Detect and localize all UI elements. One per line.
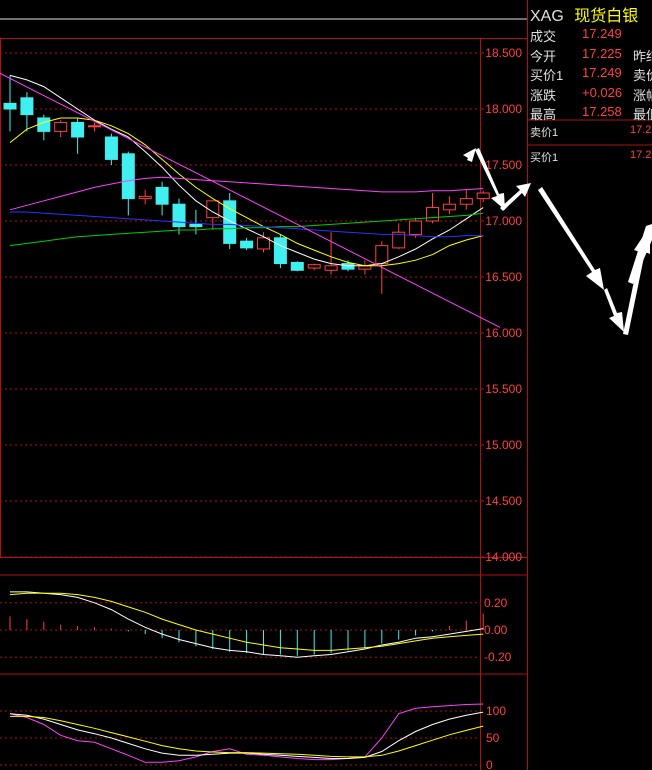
sell1-row: 卖价1 17.2 xyxy=(530,124,651,140)
quote-row: 涨跌 +0.026 涨幅 xyxy=(530,85,652,104)
candle-body xyxy=(375,245,389,265)
kdj-tick-label: 100 xyxy=(486,704,506,718)
sell1-value: 17.2 xyxy=(630,124,652,136)
candle-body xyxy=(223,200,237,244)
macd-tick-label: 0.20 xyxy=(484,596,508,610)
kdj-line xyxy=(10,715,484,758)
candle-body xyxy=(71,121,85,138)
price-axis: 18.500 18.000 17.500 17.000 16.500 16.000 15.5… xyxy=(480,46,522,564)
candle-body xyxy=(189,223,203,228)
price-tick-label: 14.500 xyxy=(485,494,522,508)
quote-row-value: 17.225 xyxy=(582,45,622,61)
candle-body xyxy=(426,207,439,222)
price-tick-label: 15.000 xyxy=(485,438,522,452)
price-tick-label: 14.000 xyxy=(485,550,522,564)
candle-body xyxy=(409,220,423,235)
candle-body xyxy=(341,263,355,270)
macd-line xyxy=(9,592,484,651)
quote-row-label: 成交 xyxy=(530,29,557,44)
quote-row-value: +0.026 xyxy=(582,84,623,100)
price-tick-label: 17.000 xyxy=(485,214,522,228)
price-tick-label: 15.500 xyxy=(485,382,522,396)
moving-average-line xyxy=(9,176,484,211)
sell1-label: 卖价1 xyxy=(530,127,559,139)
macd-tick-label: 0.00 xyxy=(484,623,508,637)
candle-body xyxy=(155,186,169,205)
buy1-label: 买价1 xyxy=(530,152,559,164)
quote-row-trail: 涨幅 xyxy=(633,87,652,103)
price-tick-label: 16.000 xyxy=(485,326,522,340)
candle-body xyxy=(442,203,456,211)
moving-average-line xyxy=(9,74,484,267)
price-frame xyxy=(0,38,528,558)
quote-name: 现货白银 xyxy=(574,8,639,25)
candle-body xyxy=(54,121,68,132)
quote-row-trail: 昨结 xyxy=(633,48,652,64)
candle-body xyxy=(273,237,287,265)
trendline xyxy=(0,72,501,328)
macd-tick-label: -0.20 xyxy=(484,650,512,664)
candle-body xyxy=(476,192,490,200)
quote-row-value: 17.258 xyxy=(582,104,622,119)
candle-body xyxy=(290,261,304,271)
buy1-value: 17.2 xyxy=(630,149,652,161)
quote-row-value: 17.249 xyxy=(582,26,622,41)
trendline-segment xyxy=(0,72,501,328)
candle-body xyxy=(20,97,34,116)
kdj-line xyxy=(9,711,484,759)
candle-body xyxy=(121,153,135,200)
candle-body xyxy=(324,265,338,271)
candle-body xyxy=(459,198,473,205)
price-tick-label: 18.500 xyxy=(485,46,522,60)
price-tick-label: 17.500 xyxy=(485,158,522,172)
kdj-tick-label: 0 xyxy=(486,758,493,770)
buy1-row: 买价1 17.2 xyxy=(530,149,651,165)
quote-row: 买价1 17.249 卖价 xyxy=(530,65,652,84)
quote-row-value: 17.249 xyxy=(582,65,622,80)
candle-body xyxy=(240,240,254,249)
price-tick-label: 18.000 xyxy=(485,102,522,116)
candle-body xyxy=(3,102,17,110)
quote-row: 最高 17.258 最低 xyxy=(530,104,652,123)
arrow-up-2 xyxy=(500,183,531,211)
quote-row-label: 买价1 xyxy=(530,68,564,83)
candle-body xyxy=(257,237,270,250)
kdj-tick-label: 50 xyxy=(486,731,500,745)
quote-title: XAG 现货白银 xyxy=(530,2,638,26)
quote-row-label: 涨跌 xyxy=(530,87,557,103)
candle-body xyxy=(358,265,372,270)
quote-row-trail: 最低 xyxy=(633,107,652,122)
price-tick-label: 16.500 xyxy=(485,270,522,284)
quote-row: 成交 17.249 xyxy=(530,26,622,45)
macd-panel: 0.20 0.00 -0.20 xyxy=(0,591,512,664)
moving-averages xyxy=(9,74,484,267)
quote-panel: XAG 现货白银 成交 17.249 今开 17.225 昨结买价1 17.249 卖价涨跌… xyxy=(528,0,652,770)
candle-body xyxy=(307,264,321,269)
quote-row-trail: 卖价 xyxy=(633,68,652,83)
quote-row-label: 今开 xyxy=(530,48,557,64)
candle-body xyxy=(138,195,152,200)
quote-row-label: 最高 xyxy=(530,107,557,122)
candle-body xyxy=(37,117,51,132)
quote-symbol: XAG xyxy=(530,8,564,25)
candle-body xyxy=(172,203,186,228)
arrow-small-up xyxy=(452,148,476,190)
quote-row: 今开 17.225 昨结 xyxy=(530,46,652,65)
candle-body xyxy=(88,125,101,128)
kdj-panel: 100 50 0 xyxy=(0,703,506,770)
candle-body xyxy=(104,136,118,160)
